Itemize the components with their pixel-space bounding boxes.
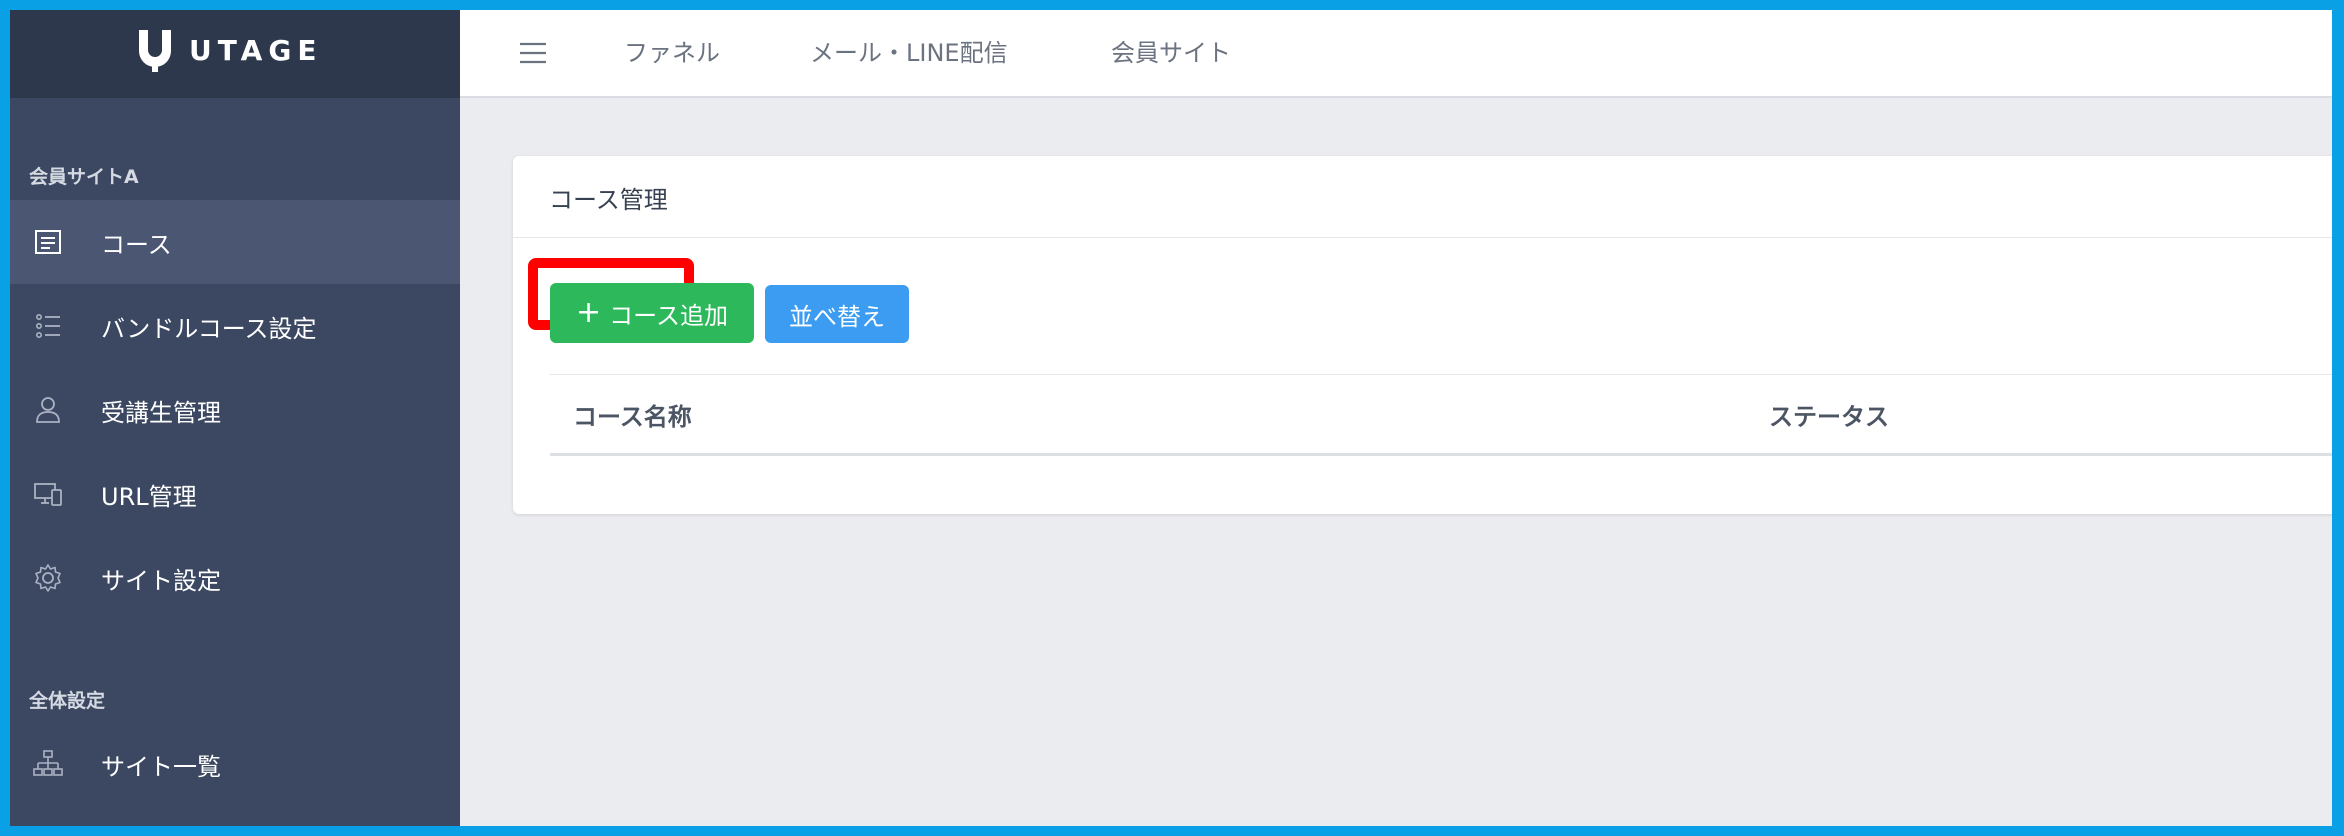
sidebar-item-bundle-course[interactable]: バンドルコース設定 bbox=[10, 284, 460, 368]
user-icon bbox=[36, 397, 60, 423]
sidebar: UTAGE 会員サイトA コース バンドルコース設定 受講生管理 URL管理 サ… bbox=[10, 10, 460, 826]
topnav-member-site[interactable]: 会員サイト bbox=[1111, 33, 1231, 68]
app-window: UTAGE 会員サイトA コース バンドルコース設定 受講生管理 URL管理 サ… bbox=[10, 10, 2332, 826]
gear-icon bbox=[35, 564, 61, 592]
sidebar-item-course[interactable]: コース bbox=[10, 200, 460, 284]
table-header: コース名称 ステータス bbox=[550, 374, 2332, 456]
sidebar-item-label: URL管理 bbox=[101, 482, 197, 511]
sidebar-item-label: サイト設定 bbox=[101, 566, 221, 595]
sidebar-item-url[interactable]: URL管理 bbox=[10, 452, 460, 536]
sitemap-icon bbox=[33, 750, 63, 776]
brand-name: UTAGE bbox=[189, 33, 323, 67]
topnav-funnel[interactable]: ファネル bbox=[624, 33, 720, 68]
plus-icon: + bbox=[576, 295, 602, 330]
list-icon bbox=[36, 314, 60, 338]
top-bar: ファネル メール・LINE配信 会員サイト bbox=[460, 10, 2332, 98]
sidebar-item-label: コース bbox=[101, 230, 172, 259]
sort-button[interactable]: 並べ替え bbox=[765, 285, 909, 343]
page-title: コース管理 bbox=[549, 186, 668, 214]
sidebar-item-label: 受講生管理 bbox=[101, 398, 221, 427]
sidebar-item-site-list[interactable]: サイト一覧 bbox=[10, 722, 460, 806]
card-header: コース管理 bbox=[513, 156, 2332, 238]
topnav-mail-line[interactable]: メール・LINE配信 bbox=[810, 33, 1008, 68]
course-management-card: コース管理 + コース追加 並べ替え コース名称 ステータス bbox=[513, 156, 2332, 514]
devices-icon bbox=[34, 483, 62, 506]
add-course-button[interactable]: + コース追加 bbox=[550, 283, 754, 343]
sidebar-section-label-global: 全体設定 bbox=[29, 690, 106, 712]
sidebar-section-label-site-a: 会員サイトA bbox=[29, 166, 139, 188]
column-header-course-name[interactable]: コース名称 bbox=[573, 397, 692, 432]
logo-bar: UTAGE bbox=[10, 10, 460, 98]
sidebar-item-students[interactable]: 受講生管理 bbox=[10, 368, 460, 452]
add-course-label: コース追加 bbox=[609, 301, 728, 330]
hamburger-icon[interactable] bbox=[519, 41, 547, 65]
sidebar-item-label: サイト一覧 bbox=[101, 752, 221, 781]
column-header-status[interactable]: ステータス bbox=[1769, 397, 1889, 432]
sidebar-item-label: バンドルコース設定 bbox=[101, 314, 317, 343]
logo[interactable]: UTAGE bbox=[135, 28, 322, 72]
sidebar-item-site-settings[interactable]: サイト設定 bbox=[10, 536, 460, 620]
utage-logo-icon bbox=[139, 28, 171, 72]
document-lines-icon bbox=[35, 230, 61, 254]
